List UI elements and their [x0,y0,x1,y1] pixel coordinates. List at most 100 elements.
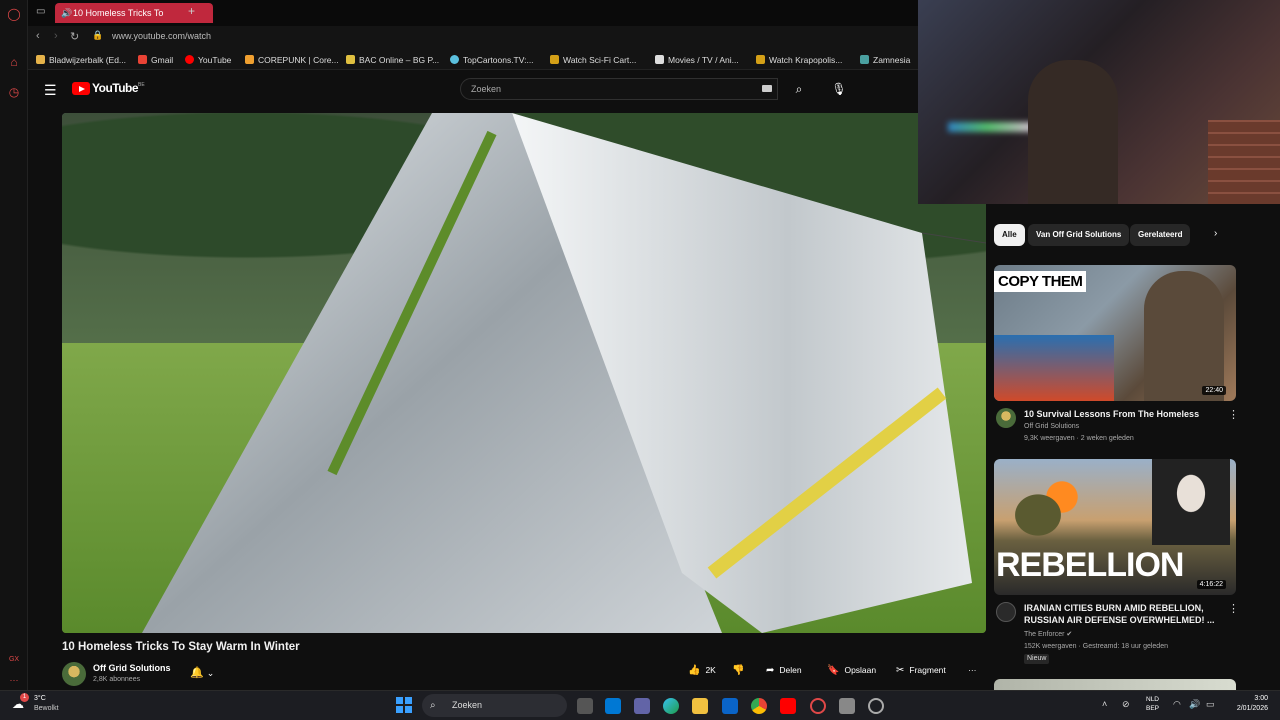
subscriber-count: 2,8K abonnees [93,676,141,683]
voice-search-button[interactable]: 🎙 [828,78,850,100]
more-options-icon[interactable]: ⋮ [1228,602,1239,615]
url-field[interactable]: www.youtube.com/watch [112,31,211,41]
video-thumbnail[interactable]: REBELLION 4:16:22 [994,459,1236,595]
channel-avatar[interactable] [996,602,1016,622]
clock-time[interactable]: 3:00 [1222,695,1268,702]
settings-gear-icon[interactable] [868,698,884,714]
chrome-icon[interactable] [751,698,767,714]
channel-avatar[interactable] [996,408,1016,428]
more-icon[interactable]: ··· [6,672,22,688]
search-input[interactable]: Zoeken [460,78,778,100]
teams-icon[interactable] [634,698,650,714]
opera-logo-icon[interactable]: ◯ [6,6,22,22]
file-explorer-icon[interactable] [692,698,708,714]
save-button[interactable]: 🔖 Opslaan [827,665,876,676]
language-indicator[interactable]: NLD BEP [1146,695,1159,713]
chevron-right-icon[interactable]: › [1214,228,1228,239]
share-icon: ➦ [766,665,775,676]
person-image [1152,459,1230,545]
notification-off-icon[interactable]: ⊘ [1122,699,1130,710]
browser-sidebar: ◯ ⌂ ◷ GX ··· [0,0,28,690]
bookmark-item[interactable]: COREPUNK | Core... [245,55,339,65]
bookmark-item[interactable]: Zamnesia [860,55,910,65]
tray-overflow-icon[interactable]: ˄ [1102,699,1107,709]
channel-avatar[interactable] [62,662,86,686]
microphone-icon: 🎙 [831,82,847,96]
history-icon[interactable]: ◷ [6,84,22,100]
youtube-logo[interactable]: YouTubeBE [72,82,145,96]
chip-all[interactable]: Alle [994,224,1025,246]
outlook-icon[interactable] [722,698,738,714]
subscribe-bell-button[interactable]: 🔔 ⌄ [190,666,214,679]
windows-start-icon[interactable] [396,697,412,713]
wallet-icon[interactable]: ⌂ [6,54,22,70]
weather-cloud-icon[interactable]: ☁ 1 [12,693,29,713]
new-tab-button[interactable]: + [188,4,195,18]
recommendation-stats: 9,3K weergaven · 2 weken geleden [1024,435,1134,442]
back-icon[interactable]: ‹ [36,30,40,42]
youtube-app-icon[interactable] [780,698,796,714]
calculator-icon[interactable] [839,698,855,714]
zamnesia-icon [860,55,869,64]
forward-icon[interactable]: › [54,30,58,42]
keyboard-icon[interactable] [762,85,772,92]
chip-related[interactable]: Gerelateerd [1130,224,1191,246]
channel-name[interactable]: Off Grid Solutions [93,663,171,673]
share-button[interactable]: ➦ Delen [766,665,802,676]
wifi-icon[interactable]: ◠ [1173,699,1181,710]
thumbnail-text: REBELLION [996,546,1184,584]
bookmark-item[interactable]: TopCartoons.TV:... [450,55,534,65]
dislike-button[interactable]: 👎 [732,665,749,676]
more-actions-button[interactable]: ··· [968,665,977,675]
bookmark-item[interactable]: Gmail [138,55,173,65]
video-thumbnail[interactable]: COPY THEM 22:40 [994,265,1236,401]
recommendation-channel[interactable]: Off Grid Solutions [1024,422,1079,432]
search-icon: ⌕ [430,700,436,711]
task-view-icon[interactable] [577,698,593,714]
store-icon[interactable] [605,698,621,714]
recommendation-item[interactable]: REBELLION 4:16:22 IRANIAN CITIES BURN AM… [994,459,1239,669]
bookmark-item[interactable]: Movies / TV / Ani... [655,55,739,65]
clip-button[interactable]: ✂ Fragment [896,665,946,676]
volume-icon[interactable]: 🔊 [1189,699,1200,710]
address-bar: ‹ › ↻ 🔒 www.youtube.com/watch [28,26,918,50]
opera-gx-icon[interactable] [810,698,826,714]
search-button[interactable]: ⌕ [786,78,812,100]
scifi-icon [550,55,559,64]
search-icon: ⌕ [795,82,803,96]
recommendation-title[interactable]: 10 Survival Lessons From The Homeless [1024,408,1220,420]
video-player[interactable] [62,113,986,633]
recommendation-channel[interactable]: The Enforcer ✔ [1024,630,1072,640]
taskbar-search[interactable]: ⌕ Zoeken [422,694,567,717]
edge-icon[interactable] [663,698,679,714]
bookmark-item[interactable]: BAC Online – BG P... [346,55,439,65]
more-options-icon[interactable]: ⋮ [1228,408,1239,421]
thumbnail-text: COPY THEM [994,271,1087,292]
folder-icon [36,55,45,64]
bookmark-item[interactable]: YouTube [185,55,231,65]
tab-menu-icon[interactable]: ▭ [36,6,45,17]
battery-icon[interactable]: ▭ [1206,699,1215,710]
bookmark-item[interactable]: Bladwijzerbalk (Ed... [36,55,126,65]
clock-date[interactable]: 2/01/2026 [1222,705,1268,712]
weather-badge: 1 [20,693,29,702]
recommendation-item[interactable]: COPY THEM 22:40 10 Survival Lessons From… [994,265,1239,450]
gx-icon[interactable]: GX [6,652,22,668]
chip-channel[interactable]: Van Off Grid Solutions [1028,224,1130,246]
hamburger-menu-icon[interactable]: ☰ [44,82,57,99]
lock-icon: 🔒 [92,30,104,40]
bookmark-item[interactable]: Watch Sci-Fi Cart... [550,55,636,65]
duration-badge: 4:16:22 [1196,580,1226,589]
bookmarks-bar: Bladwijzerbalk (Ed... Gmail YouTube CORE… [28,50,918,70]
like-button[interactable]: 👍 2K [688,665,716,676]
bookmark-item[interactable]: Watch Krapopolis... [756,55,842,65]
thumbs-down-icon: 👎 [732,665,745,676]
weather-description: Bewolkt [34,705,59,712]
recommendation-stats: 152K weergaven · Gestreamd: 18 uur geled… [1024,643,1168,650]
recommendation-title[interactable]: IRANIAN CITIES BURN AMID REBELLION, RUSS… [1024,602,1220,626]
filter-chips: Alle Van Off Grid Solutions Gerelateerd … [994,224,1238,246]
reload-icon[interactable]: ↻ [70,30,79,43]
streamer [1028,60,1118,204]
youtube-play-icon [72,82,90,95]
next-thumbnail-preview[interactable] [994,679,1236,690]
